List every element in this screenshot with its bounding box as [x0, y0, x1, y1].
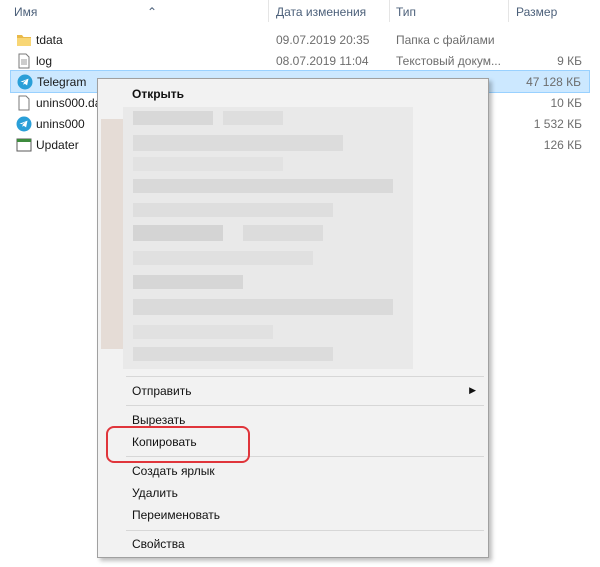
- file-size: 9 КБ: [557, 54, 582, 68]
- col-name[interactable]: Имя: [14, 5, 37, 19]
- folder-icon: [17, 35, 31, 46]
- menu-separator: [126, 530, 484, 531]
- file-size: 126 КБ: [543, 138, 582, 152]
- obscured-menu-icons: [101, 119, 123, 349]
- file-name: log: [36, 54, 53, 68]
- menu-separator: [126, 405, 484, 406]
- file-name: unins000: [36, 117, 85, 131]
- col-date[interactable]: Дата изменения: [276, 5, 366, 19]
- file-size: 1 532 КБ: [533, 117, 582, 131]
- menu-rename[interactable]: Переименовать: [132, 508, 220, 522]
- telegram-icon: [17, 74, 33, 90]
- telegram-icon: [16, 116, 32, 132]
- file-date: 08.07.2019 11:04: [276, 54, 369, 68]
- file-type: Папка с файлами: [396, 33, 495, 47]
- menu-send[interactable]: Отправить: [132, 384, 192, 398]
- app-icon: [16, 138, 32, 152]
- menu-properties[interactable]: Свойства: [132, 537, 185, 551]
- file-type: Текстовый докум...: [396, 54, 501, 68]
- col-type[interactable]: Тип: [396, 5, 416, 19]
- file-size: 10 КБ: [550, 96, 582, 110]
- file-row-log[interactable]: log 08.07.2019 11:04 Текстовый докум... …: [10, 50, 590, 71]
- file-name: unins000.dat: [36, 96, 105, 110]
- column-header: Имя ⌃ Дата изменения Тип Размер: [0, 0, 600, 25]
- menu-separator: [126, 376, 484, 377]
- col-size[interactable]: Размер: [516, 5, 557, 19]
- menu-open[interactable]: Открыть: [132, 87, 184, 101]
- submenu-arrow-icon: ▶: [469, 385, 476, 395]
- file-name: Updater: [36, 138, 79, 152]
- file-icon: [18, 95, 30, 111]
- menu-delete[interactable]: Удалить: [132, 486, 178, 500]
- file-date: 09.07.2019 20:35: [276, 33, 370, 47]
- file-row-tdata[interactable]: tdata 09.07.2019 20:35 Папка с файлами: [10, 29, 590, 50]
- file-name: Telegram: [37, 75, 87, 89]
- sort-chevron-icon: ⌃: [147, 5, 158, 19]
- menu-create-shortcut[interactable]: Создать ярлык: [132, 464, 215, 478]
- copy-highlight: [106, 426, 250, 463]
- context-menu: Открыть Отправить ▶ Вырезать Копировать …: [97, 78, 489, 558]
- file-size: 47 128 КБ: [526, 75, 581, 89]
- menu-cut[interactable]: Вырезать: [132, 413, 185, 427]
- text-file-icon: [18, 53, 30, 69]
- file-name: tdata: [36, 33, 63, 47]
- obscured-menu-items: [123, 107, 413, 369]
